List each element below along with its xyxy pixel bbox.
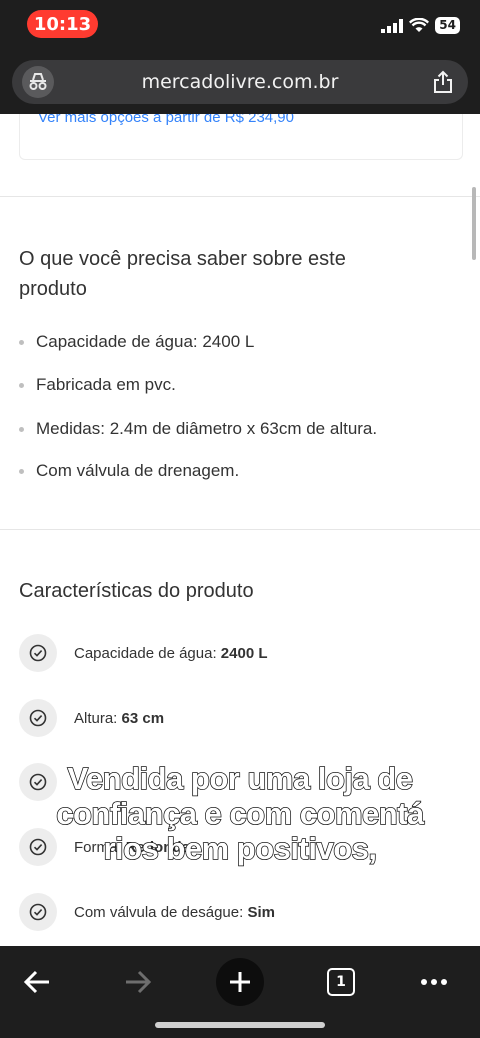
bullet-text: Medidas: 2.4m de diâmetro x 63cm de altu… bbox=[36, 419, 378, 438]
share-icon[interactable] bbox=[432, 70, 454, 99]
tabs-button[interactable]: 1 bbox=[317, 958, 365, 1006]
list-item: Com válvula de drenagem. bbox=[19, 461, 239, 481]
know-section-title-line1: O que você precisa saber sobre este bbox=[19, 248, 346, 270]
bullet-text: Com válvula de drenagem. bbox=[36, 461, 240, 480]
know-section-title-line2: produto bbox=[19, 278, 87, 300]
scrollbar[interactable] bbox=[472, 187, 476, 260]
characteristic-label: Altura: bbox=[74, 709, 118, 727]
new-tab-button[interactable] bbox=[216, 958, 264, 1006]
more-dots-icon bbox=[421, 979, 447, 985]
characteristic-label: Com válvula de deságue: bbox=[74, 903, 244, 921]
bullet-text: Capacidade de água: 2400 L bbox=[36, 332, 255, 351]
section-divider bbox=[0, 196, 480, 197]
list-item: Medidas: 2.4m de diâmetro x 63cm de altu… bbox=[19, 419, 377, 439]
characteristic-value: 63 cm bbox=[121, 709, 165, 727]
characteristic-row: Capacidade de água: 2400 L bbox=[19, 633, 268, 673]
characteristic-row: Com válvula de deságue: Sim bbox=[19, 892, 275, 932]
video-caption: Vendida por uma loja de confiança e com … bbox=[0, 760, 480, 867]
section-divider bbox=[0, 529, 480, 530]
forward-button[interactable] bbox=[114, 958, 162, 1006]
check-circle-icon bbox=[19, 699, 57, 737]
characteristics-title: Características do produto bbox=[19, 580, 254, 602]
bullet-text: Fabricada em pvc. bbox=[36, 375, 176, 394]
caption-line1: Vendida por uma loja de bbox=[67, 760, 414, 797]
characteristic-label: Capacidade de água: bbox=[74, 644, 217, 662]
signal-icon bbox=[381, 18, 404, 33]
time-pill[interactable]: 10:13 bbox=[27, 10, 98, 38]
bullet-dot bbox=[19, 426, 24, 432]
status-icons: 54 bbox=[381, 17, 460, 34]
arrow-left-icon bbox=[23, 970, 49, 994]
list-item: Capacidade de água: 2400 L bbox=[19, 332, 254, 352]
wifi-icon bbox=[409, 18, 430, 32]
offers-card: Ver mais opções a partir de R$ 234,90 bbox=[19, 114, 463, 160]
more-options-link[interactable]: Ver mais opções a partir de R$ 234,90 bbox=[38, 114, 294, 126]
address-bar[interactable]: mercadolivre.com.br bbox=[12, 60, 468, 104]
bullet-dot bbox=[19, 339, 24, 345]
know-section-title: O que você precisa saber sobre este prod… bbox=[19, 244, 346, 304]
bullet-dot bbox=[19, 382, 24, 388]
arrow-right-icon bbox=[126, 970, 152, 994]
tab-count: 1 bbox=[327, 968, 355, 996]
caption-line3: rios bem positivos, bbox=[103, 830, 378, 867]
menu-button[interactable] bbox=[410, 958, 458, 1006]
url-text[interactable]: mercadolivre.com.br bbox=[12, 60, 468, 104]
back-button[interactable] bbox=[13, 958, 61, 1006]
check-circle-icon bbox=[19, 634, 57, 672]
home-indicator[interactable] bbox=[155, 1022, 325, 1028]
characteristic-value: 2400 L bbox=[220, 644, 268, 662]
battery-indicator: 54 bbox=[435, 17, 460, 34]
characteristic-value: Sim bbox=[247, 903, 275, 921]
characteristic-row: Altura: 63 cm bbox=[19, 698, 164, 738]
browser-address-area: mercadolivre.com.br bbox=[0, 52, 480, 114]
caption-line2: confiança e com comentá bbox=[55, 795, 425, 832]
bullet-dot bbox=[19, 468, 24, 474]
status-bar: 10:13 54 bbox=[0, 0, 480, 52]
list-item: Fabricada em pvc. bbox=[19, 375, 176, 395]
plus-icon bbox=[230, 972, 250, 992]
check-circle-icon bbox=[19, 893, 57, 931]
